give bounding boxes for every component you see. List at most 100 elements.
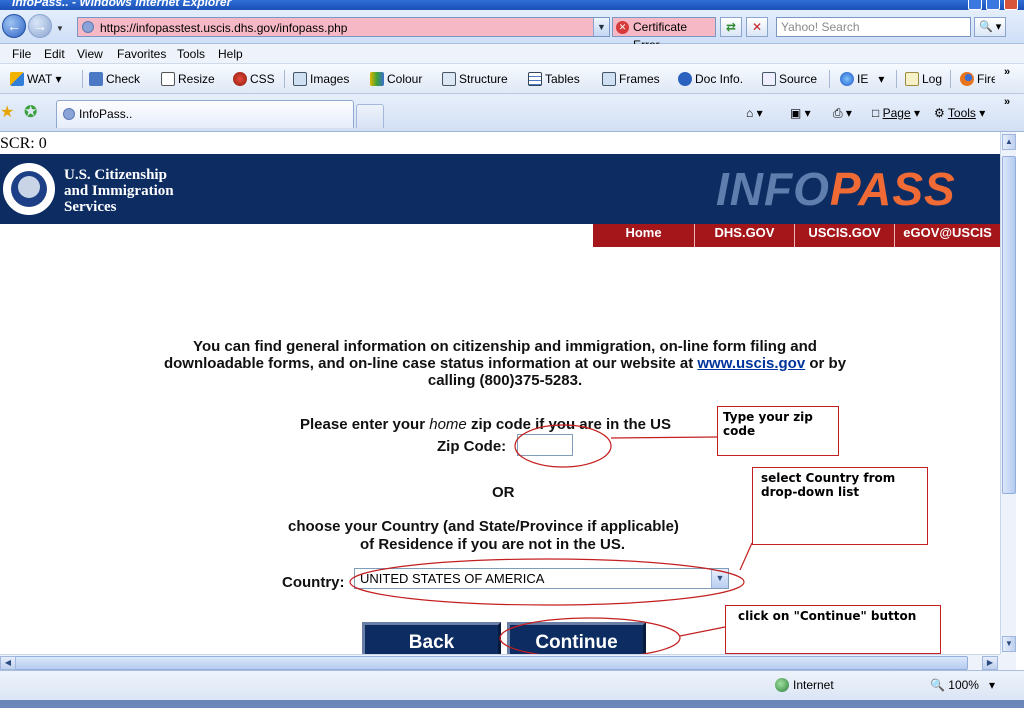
nav-uscis[interactable]: USCIS.GOV	[794, 224, 894, 247]
menu-bar: File Edit View Favorites Tools Help	[0, 44, 1024, 64]
frames-button[interactable]: Frames	[602, 70, 660, 88]
uscis-link[interactable]: www.uscis.gov	[697, 355, 805, 372]
colour-button[interactable]: Colour	[370, 70, 422, 88]
page-menu[interactable]: □ Page ▾	[872, 106, 920, 120]
new-tab-button[interactable]	[356, 104, 384, 128]
home-icon[interactable]: ⌂ ▾	[746, 106, 763, 120]
colour-icon	[370, 72, 384, 86]
print-icon[interactable]: ⎙ ▾	[833, 106, 852, 121]
page-icon	[63, 108, 75, 120]
infopass-logo: INFOPASS	[716, 163, 956, 215]
history-dropdown-icon[interactable]: ▼	[56, 24, 64, 33]
wat-toolbar: WAT ▾ Check Resize CSS Images Colour Str…	[0, 64, 1024, 94]
zip-code-input[interactable]	[517, 434, 573, 456]
agency-name: U.S. Citizenship and Immigration Service…	[64, 167, 174, 215]
nav-egov[interactable]: eGOV@USCIS	[894, 224, 1000, 247]
zoom-level[interactable]: 🔍 100% ▾	[930, 678, 995, 692]
firefox-button[interactable]: Fire	[960, 70, 995, 88]
taskbar-edge	[0, 700, 1024, 708]
tables-icon	[528, 72, 542, 86]
log-button[interactable]: Log	[905, 70, 942, 88]
commandbar-overflow-icon[interactable]: »	[1004, 96, 1010, 108]
country-selected-value: UNITED STATES OF AMERICA	[360, 571, 545, 586]
tables-button[interactable]: Tables	[528, 70, 580, 88]
log-icon	[905, 72, 919, 86]
scroll-down-icon[interactable]: ▼	[1002, 636, 1016, 652]
toolbar-overflow-icon[interactable]: »	[1004, 66, 1010, 78]
title-bar: InfoPass.. - Windows Internet Explorer	[0, 0, 1024, 10]
window-title: InfoPass.. - Windows Internet Explorer	[12, 0, 232, 9]
chevron-down-icon[interactable]: ▼	[711, 569, 728, 588]
images-icon	[293, 72, 307, 86]
wat-icon	[10, 72, 24, 86]
close-window-button[interactable]	[1004, 0, 1018, 10]
back-icon[interactable]: ←	[2, 14, 26, 38]
favorites-star-icon[interactable]: ★	[0, 102, 14, 122]
dhs-seal-icon	[0, 160, 58, 218]
security-zone: Internet	[775, 678, 834, 692]
tab-infopass[interactable]: InfoPass..	[56, 100, 354, 128]
scroll-corner	[1000, 654, 1016, 670]
scroll-up-icon[interactable]: ▲	[1002, 134, 1016, 150]
structure-button[interactable]: Structure	[442, 70, 508, 88]
url-field[interactable]: https://infopasstest.uscis.dhs.gov/infop…	[77, 17, 610, 37]
scr-counter: SCR: 0	[0, 135, 47, 152]
zip-prompt: Please enter your home zip code if you a…	[300, 416, 671, 433]
maximize-button[interactable]	[986, 0, 1000, 10]
scroll-right-icon[interactable]: ▶	[982, 656, 998, 670]
menu-view[interactable]: View	[77, 47, 103, 61]
vertical-scrollbar[interactable]: ▲ ▼	[1000, 132, 1016, 654]
horizontal-scrollbar[interactable]: ◀ ▶	[0, 654, 1000, 670]
resize-button[interactable]: Resize	[161, 70, 215, 88]
address-bar: ← → ▼ https://infopasstest.uscis.dhs.gov…	[0, 10, 1024, 52]
page-icon	[82, 21, 94, 33]
css-button[interactable]: CSS	[233, 70, 275, 88]
scroll-left-icon[interactable]: ◀	[0, 656, 16, 670]
add-favorites-icon[interactable]: ✪	[24, 102, 37, 122]
forward-icon[interactable]: →	[28, 14, 52, 38]
search-input[interactable]: Yahoo! Search	[776, 17, 971, 37]
source-icon	[762, 72, 776, 86]
tab-bar: ★ ✪ InfoPass.. ⌂ ▾ ▣ ▾ ⎙ ▾ □ Page ▾ ⚙ To…	[0, 94, 1024, 132]
tools-menu[interactable]: ⚙ Tools ▾	[934, 106, 985, 120]
source-button[interactable]: Source	[762, 70, 817, 88]
url-text: https://infopasstest.uscis.dhs.gov/infop…	[100, 21, 348, 35]
vertical-scroll-thumb[interactable]	[1002, 156, 1016, 494]
nav-home[interactable]: Home	[593, 224, 694, 247]
url-dropdown-icon[interactable]: ▼	[593, 18, 609, 36]
check-button[interactable]: Check	[89, 70, 140, 88]
back-button[interactable]: Back	[362, 622, 501, 654]
country-select[interactable]: UNITED STATES OF AMERICA ▼	[354, 568, 729, 589]
menu-edit[interactable]: Edit	[44, 47, 65, 61]
css-icon	[233, 72, 247, 86]
stop-icon[interactable]: ✕	[746, 17, 768, 37]
doc-info-button[interactable]: Doc Info.	[678, 70, 743, 88]
status-bar: Internet 🔍 100% ▾	[0, 670, 1024, 700]
certificate-error-button[interactable]: ✕ Certificate Error	[612, 17, 716, 52]
feeds-icon[interactable]: ▣ ▾	[790, 106, 811, 120]
images-button[interactable]: Images	[293, 70, 349, 88]
minimize-button[interactable]	[968, 0, 982, 10]
zip-label: Zip Code:	[437, 438, 507, 455]
firefox-icon	[960, 72, 974, 86]
search-button[interactable]: 🔍 ▾	[974, 17, 1006, 37]
wat-button[interactable]: WAT ▾	[10, 70, 61, 88]
choose-country-text: choose your Country (and State/Province …	[288, 518, 679, 535]
menu-favorites[interactable]: Favorites	[117, 47, 166, 61]
refresh-icon[interactable]: ⇄	[720, 17, 742, 37]
error-icon: ✕	[616, 21, 629, 34]
horizontal-scroll-thumb[interactable]	[10, 656, 968, 670]
gear-icon: ⚙	[934, 106, 945, 120]
menu-help[interactable]: Help	[218, 47, 243, 61]
check-icon	[89, 72, 103, 86]
globe-icon	[775, 678, 789, 692]
continue-button[interactable]: Continue	[507, 622, 646, 654]
menu-file[interactable]: File	[12, 47, 31, 61]
info-icon	[678, 72, 692, 86]
nav-dhs[interactable]: DHS.GOV	[694, 224, 794, 247]
page-viewport: SCR: 0 U.S. Citizenship and Immigration …	[0, 132, 1000, 654]
site-nav: Home DHS.GOV USCIS.GOV eGOV@USCIS	[593, 224, 1000, 247]
or-label: OR	[492, 484, 515, 501]
ie-button[interactable]: IE ▾	[840, 70, 884, 88]
menu-tools[interactable]: Tools	[177, 47, 205, 61]
